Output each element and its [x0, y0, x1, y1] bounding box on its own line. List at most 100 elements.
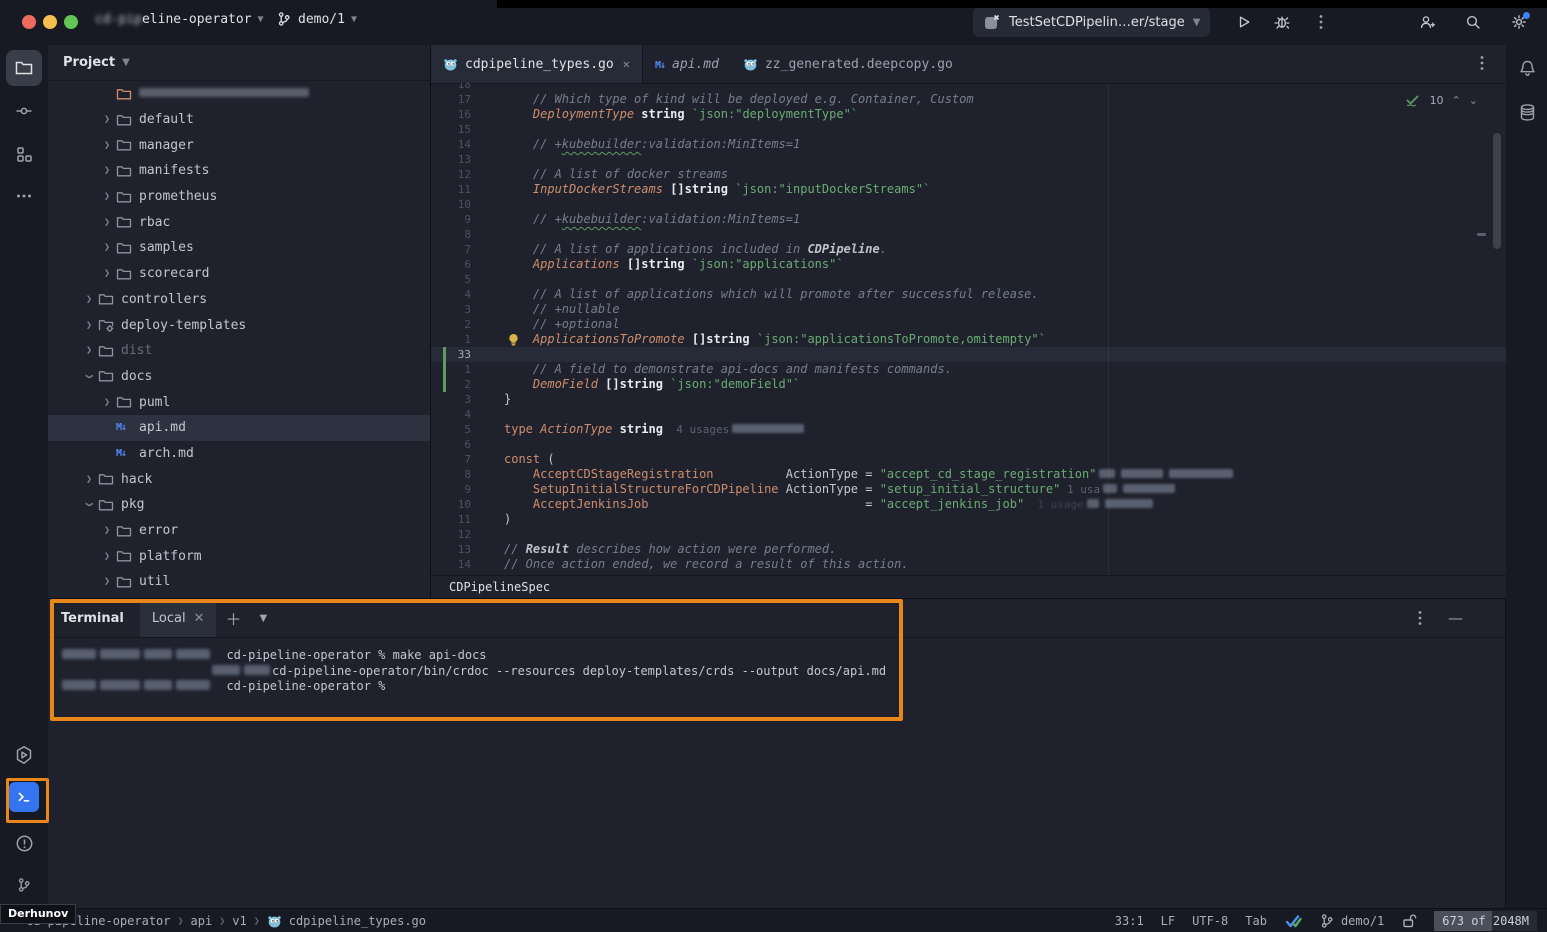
line-separator[interactable]: LF — [1161, 914, 1175, 928]
editor-tab-api.md[interactable]: M↓api.md — [643, 45, 731, 83]
tree-item-scorecard[interactable]: ❯scorecard — [48, 261, 430, 287]
code-line[interactable]: 12 — [431, 527, 1506, 542]
code-line[interactable]: 7const ( — [431, 452, 1506, 467]
status-branch-widget[interactable]: demo/1 — [1319, 913, 1384, 929]
tree-item-api.md[interactable]: M↓api.md — [48, 415, 430, 441]
structure-tool-button[interactable] — [6, 136, 42, 172]
settings-button[interactable] — [1506, 9, 1532, 35]
vcs-branch-widget[interactable]: demo/1 ▼ — [276, 11, 357, 27]
editor-scrollbar[interactable] — [1493, 133, 1501, 249]
prev-problem-button[interactable]: ⌃ — [1452, 94, 1461, 107]
terminal-dropdown-button[interactable]: ▼ — [250, 599, 276, 637]
chevron-right-icon[interactable]: ❯ — [80, 474, 98, 485]
tree-item-rbac[interactable]: ❯rbac — [48, 209, 430, 235]
code-line[interactable]: 3 // +nullable — [431, 302, 1506, 317]
project-selector[interactable]: cd-pipeline-operator ▼ — [95, 12, 264, 27]
chevron-right-icon[interactable]: ❯ — [98, 525, 116, 536]
code-line[interactable]: 9 SetupInitialStructureForCDPipeline Act… — [431, 482, 1506, 497]
chevron-right-icon[interactable]: ❯ — [98, 551, 116, 562]
terminal-tool-button[interactable] — [9, 782, 39, 812]
code-line[interactable]: 8 AcceptCDStageRegistration ActionType =… — [431, 467, 1506, 482]
code-line[interactable]: 17 // Which type of kind will be deploye… — [431, 92, 1506, 107]
search-everywhere-button[interactable] — [1460, 9, 1486, 35]
code-line[interactable]: 9 // +kubebuilder:validation:MinItems=1 — [431, 212, 1506, 227]
tree-item-puml[interactable]: ❯puml — [48, 389, 430, 415]
database-tool-button[interactable] — [1509, 94, 1545, 130]
code-line[interactable]: 10 AcceptJenkinsJob = "accept_jenkins_jo… — [431, 497, 1506, 512]
tree-item-dist[interactable]: ❯dist — [48, 338, 430, 364]
git-tool-button[interactable] — [6, 867, 42, 903]
code-line[interactable]: 15 — [431, 122, 1506, 137]
code-line[interactable]: 2 DemoField []string `json:"demoField"` — [431, 377, 1506, 392]
code-line[interactable]: 33 — [431, 347, 1506, 362]
terminal-options-button[interactable] — [1418, 610, 1422, 626]
close-icon[interactable]: ✕ — [194, 611, 205, 626]
next-problem-button[interactable]: ⌄ — [1469, 94, 1478, 107]
chevron-right-icon[interactable]: ❯ — [98, 140, 116, 151]
notifications-button[interactable] — [1509, 50, 1545, 86]
tree-item-util[interactable]: ❯util — [48, 569, 430, 595]
inspections-status-icon[interactable] — [1284, 914, 1302, 929]
terminal-tab-local[interactable]: Local ✕ — [140, 599, 217, 637]
code-line[interactable]: 6 — [431, 437, 1506, 452]
tree-item-error[interactable]: ❯error — [48, 518, 430, 544]
chevron-right-icon[interactable]: ❯ — [80, 320, 98, 331]
code-line[interactable]: 12 // A list of docker streams — [431, 167, 1506, 182]
add-user-button[interactable] — [1414, 9, 1440, 35]
tree-item-prometheus[interactable]: ❯prometheus — [48, 184, 430, 210]
code-line[interactable]: 4 — [431, 407, 1506, 422]
tree-item-pkg[interactable]: ❯pkg — [48, 492, 430, 518]
services-tool-button[interactable] — [6, 737, 42, 773]
code-line[interactable]: 11) — [431, 512, 1506, 527]
code-line[interactable]: 14 // +kubebuilder:validation:MinItems=1 — [431, 137, 1506, 152]
debug-button[interactable] — [1269, 9, 1295, 35]
editor-tab-cdpipeline_types.go[interactable]: cdpipeline_types.go✕ — [431, 45, 643, 83]
run-button[interactable] — [1231, 9, 1257, 35]
code-line[interactable]: 1 // A field to demonstrate api-docs and… — [431, 362, 1506, 377]
chevron-right-icon[interactable]: ❯ — [98, 191, 116, 202]
project-tool-button[interactable] — [6, 50, 42, 86]
unlock-icon[interactable] — [1401, 913, 1417, 929]
tree-item-manager[interactable]: ❯manager — [48, 132, 430, 158]
tree-item-redacted[interactable] — [48, 81, 430, 107]
code-viewport[interactable]: 1817 // Which type of kind will be deplo… — [431, 83, 1506, 576]
breadcrumb-item[interactable]: v1 — [232, 914, 246, 928]
more-tools-button[interactable] — [6, 178, 42, 214]
editor-tab-zz_generated.deepcopy.go[interactable]: zz_generated.deepcopy.go — [731, 45, 965, 83]
inspections-widget[interactable]: 10 ⌃ ⌄ — [1405, 93, 1478, 108]
tree-item-hack[interactable]: ❯hack — [48, 466, 430, 492]
code-line[interactable]: 3} — [431, 392, 1506, 407]
minimize-window-button[interactable] — [43, 15, 57, 29]
new-terminal-button[interactable]: ＋ — [216, 599, 250, 637]
chevron-down-icon[interactable]: ❯ — [84, 496, 95, 514]
tree-item-deploy-templates[interactable]: ❯deploy-templates — [48, 312, 430, 338]
tab-options-button[interactable] — [1480, 55, 1484, 71]
code-line[interactable]: 11 InputDockerStreams []string `json:"in… — [431, 182, 1506, 197]
more-actions-button[interactable] — [1308, 9, 1334, 35]
code-line[interactable]: 1 ApplicationsToPromote []string `json:"… — [431, 332, 1506, 347]
tree-item-default[interactable]: ❯default — [48, 107, 430, 133]
code-line[interactable]: 10 — [431, 197, 1506, 212]
indent-style[interactable]: Tab — [1245, 914, 1267, 928]
hide-terminal-button[interactable]: — — [1448, 609, 1463, 627]
file-encoding[interactable]: UTF-8 — [1192, 914, 1228, 928]
code-line[interactable]: 4 // A list of applications which will p… — [431, 287, 1506, 302]
zoom-window-button[interactable] — [64, 15, 78, 29]
chevron-right-icon[interactable]: ❯ — [98, 114, 116, 125]
project-panel-header[interactable]: Project ▼ — [48, 45, 430, 81]
code-line[interactable]: 5type ActionType string 4 usages — [431, 422, 1506, 437]
problems-tool-button[interactable] — [6, 825, 42, 861]
code-line[interactable]: 2 // +optional — [431, 317, 1506, 332]
terminal-title[interactable]: Terminal — [48, 599, 140, 637]
chevron-right-icon[interactable]: ❯ — [98, 217, 116, 228]
terminal-output[interactable]: cd-pipeline-operator % make api-docscd-p… — [48, 638, 1505, 695]
sticky-context-line[interactable]: CDPipelineSpec — [431, 575, 1506, 598]
code-line[interactable]: 5 — [431, 272, 1506, 287]
tree-item-docs[interactable]: ❯docs — [48, 364, 430, 390]
tree-item-arch.md[interactable]: M↓arch.md — [48, 441, 430, 467]
chevron-down-icon[interactable]: ❯ — [84, 367, 95, 385]
code-line[interactable]: 13 — [431, 152, 1506, 167]
commit-tool-button[interactable] — [6, 93, 42, 129]
tree-item-manifests[interactable]: ❯manifests — [48, 158, 430, 184]
breadcrumb-item[interactable]: api — [191, 914, 213, 928]
